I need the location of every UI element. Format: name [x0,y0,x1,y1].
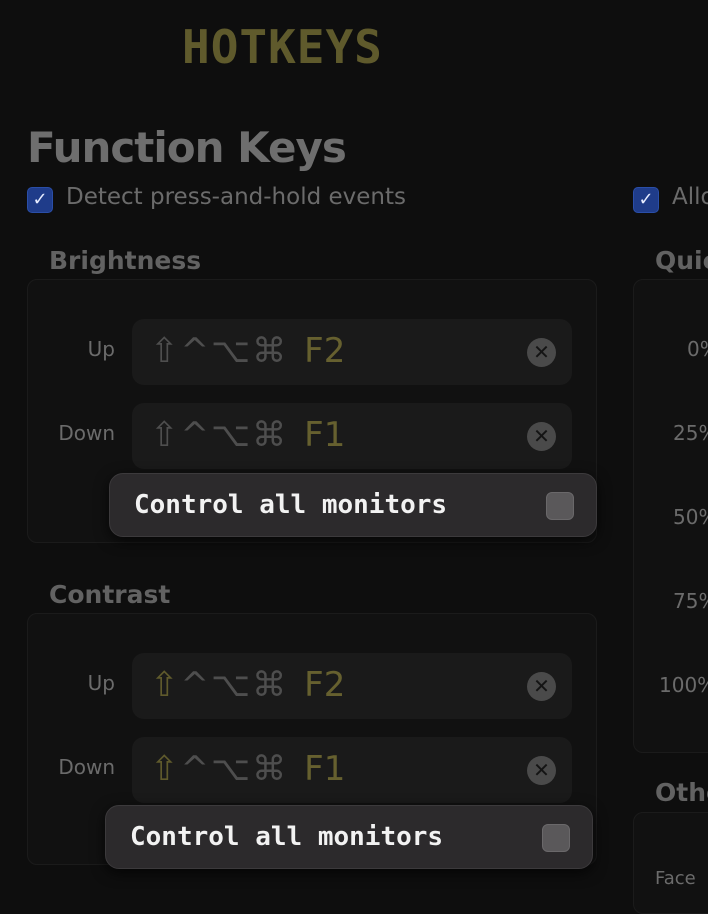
control-all-monitors-checkbox[interactable] [546,492,574,520]
contrast-up-hotkey-field[interactable]: ⇧^⌥⌘ F2 ✕ [132,653,572,719]
quick-level-0: 0% [687,337,708,361]
function-key: F2 [304,331,346,371]
modifier-keys: ⇧^⌥⌘ [150,331,289,371]
brightness-down-hotkey-field[interactable]: ⇧^⌥⌘ F1 ✕ [132,403,572,469]
quick-level-50: 50% [673,505,708,529]
brightness-group-title: Brightness [49,246,202,275]
contrast-control-all-monitors[interactable]: Control all monitors [105,805,593,869]
clear-icon[interactable]: ✕ [527,756,556,785]
control-all-monitors-label: Control all monitors [130,822,444,852]
function-key: F1 [304,749,346,789]
contrast-group-title: Contrast [49,580,171,609]
function-key: F1 [304,415,346,455]
modifier-keys: ⇧^⌥⌘ [150,415,289,455]
quick-group-title: Quic [655,246,708,275]
modifier-keys: ^⌥⌘ [180,749,289,789]
hotkey-display: ⇧^⌥⌘ F1 [150,415,345,455]
quick-level-25: 25% [673,421,708,445]
contrast-up-label: Up [87,671,115,695]
control-all-monitors-checkbox[interactable] [542,824,570,852]
quick-level-75: 75% [673,589,708,613]
other-panel [633,812,708,914]
other-group-title: Othe [655,778,708,807]
allow-checkbox[interactable]: ✓ [633,187,659,213]
detect-hold-checkbox[interactable]: ✓ [27,187,53,213]
brightness-up-label: Up [87,337,115,361]
section-title: Function Keys [27,123,347,172]
app-header-title: HOTKEYS [182,20,383,74]
quick-level-100: 100% [659,673,708,697]
shift-key: ⇧ [150,665,181,705]
control-all-monitors-label: Control all monitors [134,490,448,520]
contrast-down-hotkey-field[interactable]: ⇧^⌥⌘ F1 ✕ [132,737,572,803]
contrast-down-label: Down [58,755,115,779]
modifier-keys: ^⌥⌘ [180,665,289,705]
checkmark-icon: ✓ [32,189,48,210]
brightness-down-label: Down [58,421,115,445]
detect-hold-label: Detect press-and-hold events [66,184,406,210]
shift-key: ⇧ [150,749,181,789]
clear-icon[interactable]: ✕ [527,338,556,367]
clear-icon[interactable]: ✕ [527,672,556,701]
brightness-control-all-monitors[interactable]: Control all monitors [109,473,597,537]
clear-icon[interactable]: ✕ [527,422,556,451]
hotkey-display: ⇧^⌥⌘ F2 [150,665,345,705]
checkmark-icon: ✓ [638,189,654,210]
allow-label: Allo [672,184,708,210]
hotkey-display: ⇧^⌥⌘ F2 [150,331,345,371]
other-first-label: Face [655,868,696,889]
hotkey-display: ⇧^⌥⌘ F1 [150,749,345,789]
function-key: F2 [304,665,346,705]
brightness-up-hotkey-field[interactable]: ⇧^⌥⌘ F2 ✕ [132,319,572,385]
